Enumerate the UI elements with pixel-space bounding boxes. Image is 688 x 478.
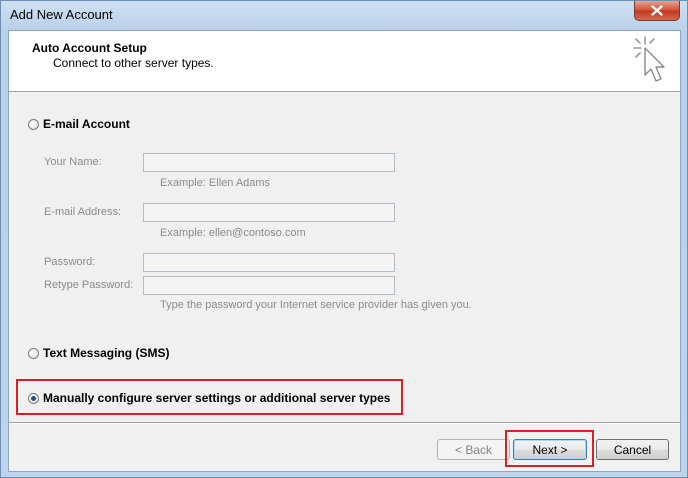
next-button-highlight <box>505 430 594 467</box>
email-account-label: E-mail Account <box>43 117 130 131</box>
page-subtitle: Connect to other server types. <box>53 56 214 70</box>
email-address-hint: Example: ellen@contoso.com <box>160 227 306 239</box>
add-new-account-window: Add New Account Auto Account Setup Conne… <box>0 0 688 478</box>
manual-config-highlight <box>16 379 403 415</box>
email-account-option[interactable]: E-mail Account <box>28 117 130 131</box>
text-messaging-option[interactable]: Text Messaging (SMS) <box>28 346 169 360</box>
wizard-content: E-mail Account Your Name: Example: Ellen… <box>9 93 680 422</box>
page-title: Auto Account Setup <box>32 41 147 55</box>
password-label: Password: <box>44 256 96 268</box>
password-hint: Type the password your Internet service … <box>160 299 472 311</box>
email-address-input[interactable] <box>143 203 395 222</box>
your-name-hint: Example: Ellen Adams <box>160 177 271 189</box>
cancel-button[interactable]: Cancel <box>596 439 669 460</box>
dialog-body: Auto Account Setup Connect to other serv… <box>8 30 681 472</box>
retype-password-input[interactable] <box>143 276 395 295</box>
footer-divider <box>9 422 680 424</box>
window-title: Add New Account <box>10 7 113 22</box>
text-messaging-label: Text Messaging (SMS) <box>43 346 170 360</box>
email-account-radio[interactable] <box>28 118 39 130</box>
your-name-label: Your Name: <box>44 156 102 168</box>
email-address-label: E-mail Address: <box>44 206 122 218</box>
close-icon <box>651 5 663 16</box>
wizard-header: Auto Account Setup Connect to other serv… <box>9 31 680 92</box>
password-input[interactable] <box>143 253 395 272</box>
back-button[interactable]: < Back <box>437 439 510 460</box>
retype-password-label: Retype Password: <box>44 279 134 291</box>
text-messaging-radio[interactable] <box>28 347 39 359</box>
cursor-click-icon <box>633 36 665 82</box>
your-name-input[interactable] <box>143 153 395 172</box>
close-button[interactable] <box>634 1 680 21</box>
